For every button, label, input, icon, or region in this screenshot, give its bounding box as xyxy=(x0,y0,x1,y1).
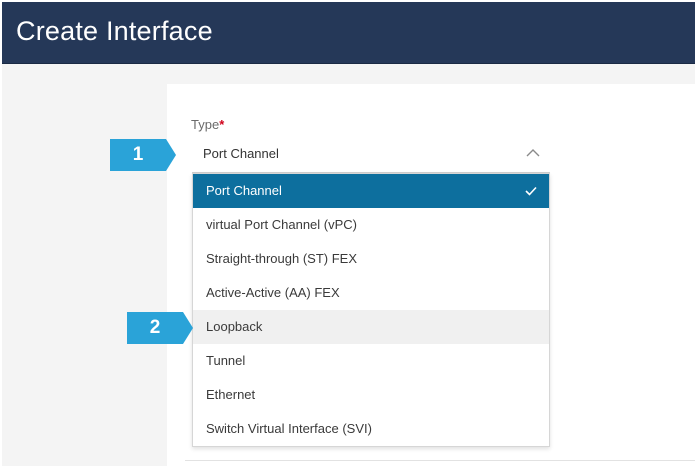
app-header: Create Interface xyxy=(2,2,695,64)
option-loopback[interactable]: Loopback xyxy=(193,310,549,344)
option-label: Port Channel xyxy=(206,183,282,198)
option-label: Straight-through (ST) FEX xyxy=(206,251,357,266)
option-label: Ethernet xyxy=(206,387,256,402)
option-label: virtual Port Channel (vPC) xyxy=(206,217,357,232)
type-select-value: Port Channel xyxy=(203,146,279,161)
option-port-channel[interactable]: Port Channel xyxy=(193,174,549,208)
option-label: Tunnel xyxy=(206,353,246,368)
type-label-text: Type xyxy=(191,117,220,132)
card-divider xyxy=(185,460,695,461)
type-select[interactable]: Port Channel xyxy=(192,135,550,173)
page: Create Interface Type* Port Channel Port… xyxy=(0,0,695,466)
option-ethernet[interactable]: Ethernet xyxy=(193,378,549,412)
check-icon xyxy=(525,186,537,196)
option-active-active-fex[interactable]: Active-Active (AA) FEX xyxy=(193,276,549,310)
option-label: Switch Virtual Interface (SVI) xyxy=(206,421,372,436)
option-label: Active-Active (AA) FEX xyxy=(206,285,340,300)
type-field-label: Type* xyxy=(191,117,224,132)
option-straight-through-fex[interactable]: Straight-through (ST) FEX xyxy=(193,242,549,276)
chevron-up-icon[interactable] xyxy=(526,148,540,158)
option-virtual-port-channel[interactable]: virtual Port Channel (vPC) xyxy=(193,208,549,242)
option-switch-virtual-interface[interactable]: Switch Virtual Interface (SVI) xyxy=(193,412,549,446)
callout-number: 2 xyxy=(149,317,161,338)
option-tunnel[interactable]: Tunnel xyxy=(193,344,549,378)
required-marker: * xyxy=(219,117,225,132)
callout-2: 2 xyxy=(127,312,193,344)
page-title: Create Interface xyxy=(16,16,213,46)
callout-1: 1 xyxy=(110,139,176,171)
option-label: Loopback xyxy=(206,319,263,334)
type-dropdown-menu: Port Channel virtual Port Channel (vPC) … xyxy=(192,173,550,447)
callout-number: 1 xyxy=(132,144,144,165)
